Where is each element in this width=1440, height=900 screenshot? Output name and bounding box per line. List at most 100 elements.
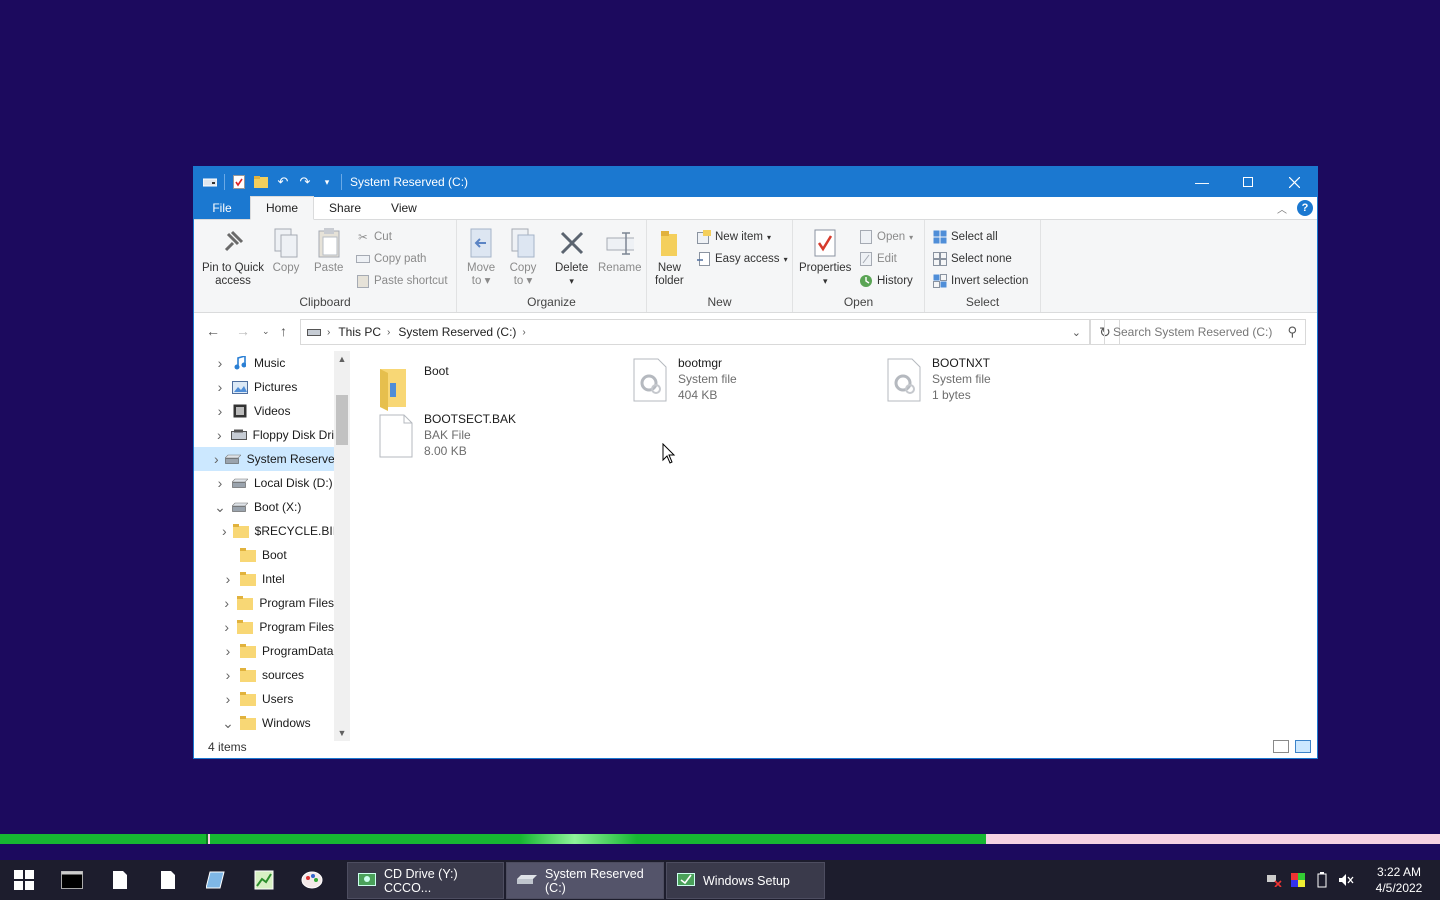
paste-button[interactable]: Paste bbox=[314, 226, 343, 275]
tree-item[interactable]: › System Reserve bbox=[194, 447, 334, 471]
tree-item[interactable]: › Videos bbox=[194, 399, 334, 423]
tree-item[interactable]: ⌄ Boot (X:) bbox=[194, 495, 334, 519]
start-button[interactable] bbox=[0, 860, 48, 900]
taskbar-app-windows-setup[interactable]: Windows Setup bbox=[666, 862, 825, 899]
taskbar-app-cd-drive[interactable]: CD Drive (Y:) CCCO... bbox=[347, 862, 504, 899]
chevron-down-icon[interactable]: ⌄ bbox=[222, 715, 234, 732]
color-display-icon[interactable] bbox=[1286, 873, 1310, 887]
tree-item[interactable]: › Pictures bbox=[194, 375, 334, 399]
select-all-button[interactable]: Select all bbox=[933, 228, 998, 246]
chevron-right-icon[interactable]: › bbox=[214, 475, 226, 491]
chevron-down-icon[interactable]: ⌄ bbox=[214, 499, 226, 516]
tab-file[interactable]: File bbox=[194, 196, 250, 219]
chevron-right-icon[interactable]: › bbox=[522, 327, 525, 338]
tree-item[interactable]: › Program Files bbox=[194, 591, 334, 615]
chevron-right-icon[interactable]: › bbox=[222, 619, 231, 635]
history-button[interactable]: History bbox=[859, 272, 913, 290]
collapse-ribbon-icon[interactable]: ︿ bbox=[1277, 201, 1287, 216]
file-item[interactable]: bootmgr System file 404 KB bbox=[618, 355, 858, 407]
invert-selection-button[interactable]: Invert selection bbox=[933, 272, 1028, 290]
large-icons-view-button[interactable] bbox=[1295, 740, 1311, 753]
address-bar[interactable]: › This PC › System Reserved (C:) › ⌄ bbox=[300, 319, 1090, 345]
chart-app-icon[interactable] bbox=[240, 860, 288, 900]
tree-item[interactable]: › Local Disk (D:) bbox=[194, 471, 334, 495]
address-dropdown-icon[interactable]: ⌄ bbox=[1072, 326, 1081, 339]
tab-home[interactable]: Home bbox=[250, 196, 315, 220]
new-folder-qat-icon[interactable] bbox=[253, 174, 269, 190]
chevron-right-icon[interactable]: › bbox=[214, 355, 226, 371]
chevron-right-icon[interactable]: › bbox=[214, 427, 225, 443]
chevron-right-icon[interactable]: › bbox=[214, 403, 226, 419]
network-error-icon[interactable] bbox=[1262, 873, 1286, 887]
file-item[interactable]: BOOTNXT System file 1 bytes bbox=[872, 355, 1112, 407]
breadcrumb-this-pc[interactable]: This PC bbox=[338, 325, 381, 339]
tab-view[interactable]: View bbox=[376, 196, 432, 219]
tree-item[interactable]: Boot bbox=[194, 543, 334, 567]
copy-path-button[interactable]: Copy path bbox=[356, 250, 426, 268]
chevron-right-icon[interactable]: › bbox=[214, 379, 226, 395]
chevron-right-icon[interactable]: › bbox=[222, 571, 234, 587]
pin-quick-access-button[interactable]: Pin to Quick access bbox=[202, 226, 264, 288]
recent-locations-icon[interactable]: ⌄ bbox=[262, 326, 270, 337]
help-icon[interactable]: ? bbox=[1297, 200, 1313, 216]
volume-muted-icon[interactable] bbox=[1334, 873, 1358, 887]
edit-button[interactable]: Edit bbox=[859, 250, 897, 268]
notepad-icon[interactable] bbox=[192, 860, 240, 900]
file-item[interactable]: Boot bbox=[364, 363, 604, 415]
file-item[interactable]: BOOTSECT.BAK BAK File 8.00 KB bbox=[364, 411, 604, 463]
paste-shortcut-button[interactable]: Paste shortcut bbox=[356, 272, 448, 290]
clock[interactable]: 3:22 AM 4/5/2022 bbox=[1358, 864, 1440, 896]
cut-button[interactable]: ✂ Cut bbox=[356, 228, 392, 246]
redo-icon[interactable]: ↷ bbox=[297, 174, 313, 190]
chevron-right-icon[interactable]: › bbox=[222, 691, 234, 707]
back-arrow-icon[interactable]: ← bbox=[206, 323, 220, 339]
chevron-right-icon[interactable]: › bbox=[387, 327, 390, 338]
move-to-button[interactable]: Move to ▾ bbox=[467, 226, 495, 288]
chevron-right-icon[interactable]: › bbox=[222, 667, 234, 683]
properties-button[interactable]: Properties ▾ bbox=[799, 226, 851, 288]
open-button[interactable]: Open ▾ bbox=[859, 228, 913, 246]
chevron-right-icon[interactable]: › bbox=[327, 327, 330, 338]
undo-icon[interactable]: ↶ bbox=[275, 174, 291, 190]
tree-item[interactable]: › Floppy Disk Dri bbox=[194, 423, 334, 447]
taskbar-app-system-reserved[interactable]: System Reserved (C:) bbox=[506, 862, 664, 899]
tree-item[interactable]: › Intel bbox=[194, 567, 334, 591]
chevron-right-icon[interactable]: › bbox=[214, 451, 219, 467]
tree-scrollbar[interactable]: ▲ ▼ bbox=[334, 351, 350, 741]
tree-item[interactable]: › Music bbox=[194, 351, 334, 375]
up-arrow-icon[interactable]: ↑ bbox=[280, 323, 287, 339]
chevron-right-icon[interactable]: › bbox=[222, 523, 227, 539]
title-bar[interactable]: ↶ ↷ ▾ System Reserved (C:) — bbox=[194, 167, 1317, 197]
new-folder-button[interactable]: New folder bbox=[655, 226, 684, 288]
rename-button[interactable]: Rename bbox=[598, 226, 641, 275]
close-button[interactable] bbox=[1271, 167, 1317, 197]
scroll-up-icon[interactable]: ▲ bbox=[334, 351, 350, 367]
details-view-button[interactable] bbox=[1273, 740, 1289, 753]
chevron-right-icon[interactable]: › bbox=[222, 643, 234, 659]
tree-item[interactable]: › sources bbox=[194, 663, 334, 687]
document-icon[interactable] bbox=[96, 860, 144, 900]
forward-arrow-icon[interactable]: → bbox=[236, 323, 250, 339]
tree-item[interactable]: ⌄ Windows bbox=[194, 711, 334, 735]
customize-qat-icon[interactable]: ▾ bbox=[319, 174, 335, 190]
paint-app-icon[interactable] bbox=[288, 860, 336, 900]
copy-to-button[interactable]: Copy to ▾ bbox=[509, 226, 537, 288]
search-input[interactable]: Search System Reserved (C:) ⚲ bbox=[1104, 319, 1306, 345]
delete-button[interactable]: Delete ▾ bbox=[555, 226, 588, 288]
tree-item[interactable]: › Users bbox=[194, 687, 334, 711]
copy-button[interactable]: Copy bbox=[272, 226, 300, 275]
tree-item[interactable]: › ProgramData bbox=[194, 639, 334, 663]
tree-item[interactable]: › Program Files bbox=[194, 615, 334, 639]
battery-icon[interactable] bbox=[1310, 872, 1334, 888]
maximize-button[interactable] bbox=[1225, 167, 1271, 197]
breadcrumb-system-reserved[interactable]: System Reserved (C:) bbox=[398, 325, 516, 339]
command-prompt-icon[interactable] bbox=[48, 860, 96, 900]
tab-share[interactable]: Share bbox=[314, 196, 376, 219]
minimize-button[interactable]: — bbox=[1179, 167, 1225, 197]
scrollbar-thumb[interactable] bbox=[336, 395, 348, 445]
easy-access-button[interactable]: Easy access ▾ bbox=[697, 250, 788, 268]
tree-item[interactable]: › $RECYCLE.BII bbox=[194, 519, 334, 543]
new-item-button[interactable]: New item ▾ bbox=[697, 228, 771, 246]
properties-qat-icon[interactable] bbox=[231, 174, 247, 190]
select-none-button[interactable]: Select none bbox=[933, 250, 1012, 268]
